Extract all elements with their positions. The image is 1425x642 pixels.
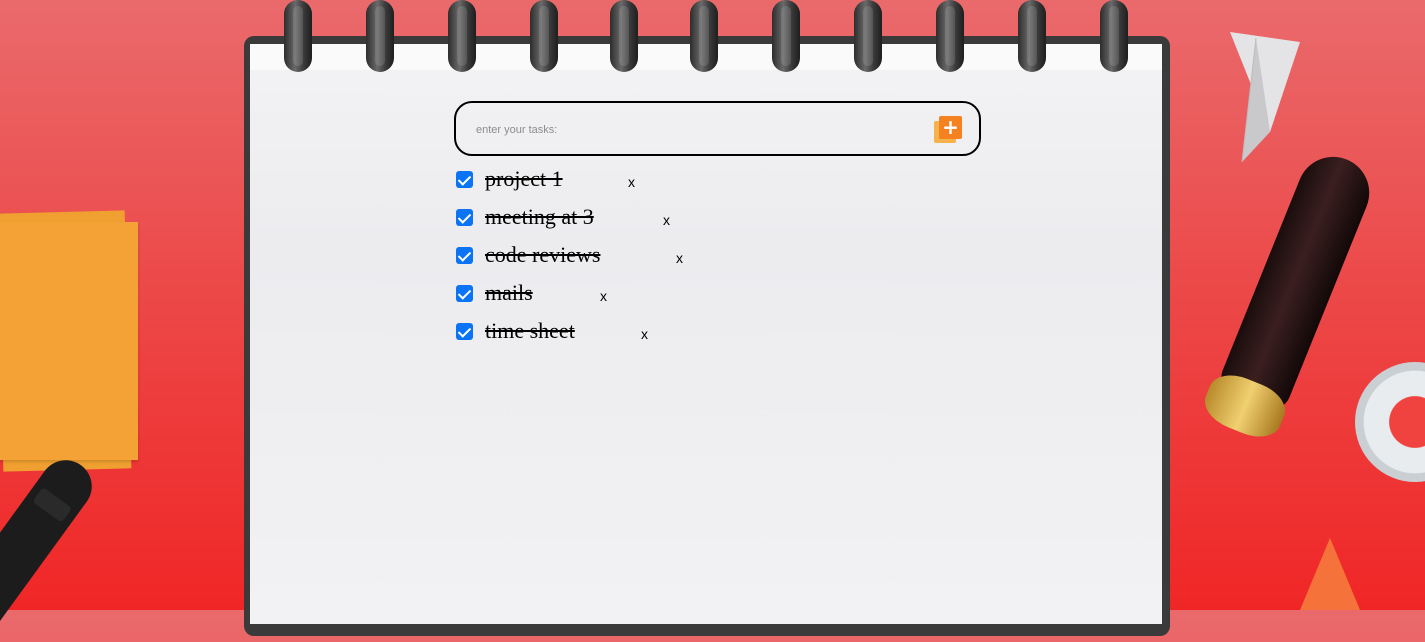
task-checkbox[interactable]	[456, 247, 473, 264]
spiral-ring	[690, 0, 718, 72]
spiral-ring	[854, 0, 882, 72]
delete-task-button[interactable]: x	[676, 250, 683, 266]
task-checkbox[interactable]	[456, 323, 473, 340]
spiral-ring	[936, 0, 964, 72]
spiral-ring	[1018, 0, 1046, 72]
spiral-ring	[366, 0, 394, 72]
add-task-button[interactable]: +	[934, 115, 964, 145]
delete-task-button[interactable]: x	[628, 174, 635, 190]
spiral-ring	[284, 0, 312, 72]
spiral-ring	[610, 0, 638, 72]
task-checkbox[interactable]	[456, 209, 473, 226]
spiral-ring	[1100, 0, 1128, 72]
task-checkbox[interactable]	[456, 285, 473, 302]
marker-pen-decoration	[0, 450, 103, 642]
add-square-icon: +	[939, 116, 962, 139]
sticky-notes-decoration	[0, 208, 142, 472]
task-label: time sheet	[485, 318, 575, 343]
delete-task-button[interactable]: x	[600, 288, 607, 304]
delete-task-button[interactable]: x	[663, 212, 670, 228]
task-checkbox[interactable]	[456, 171, 473, 188]
tape-roll-decoration	[1355, 362, 1425, 482]
spiral-ring	[448, 0, 476, 72]
wax-stamp-decoration	[1215, 145, 1381, 415]
delete-task-button[interactable]: x	[641, 326, 648, 342]
task-label: mails	[485, 280, 533, 305]
task-label: code reviews	[485, 242, 601, 267]
task-label: meeting at 3	[485, 204, 594, 229]
task-input[interactable]	[474, 103, 918, 156]
spiral-ring	[772, 0, 800, 72]
paper-plane-decoration	[1230, 32, 1300, 162]
spiral-ring	[530, 0, 558, 72]
task-label: project 1	[485, 166, 563, 191]
orange-paper-decoration	[1300, 538, 1360, 610]
task-input-container: +	[454, 101, 981, 156]
